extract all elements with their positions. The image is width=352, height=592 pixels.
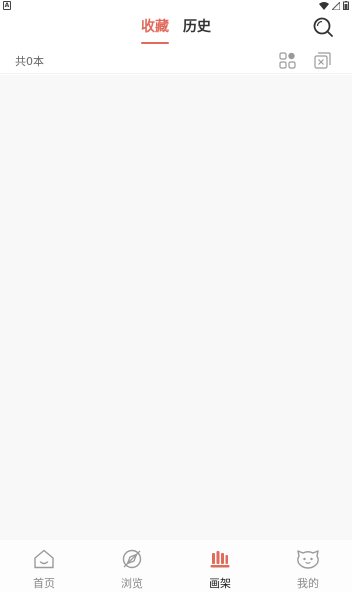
signal-icon xyxy=(332,1,340,10)
nav-label-home: 首页 xyxy=(33,577,55,590)
book-count: 共0本 xyxy=(15,55,44,68)
bookshelf-content[interactable] xyxy=(0,75,352,540)
profile-icon xyxy=(297,550,319,569)
notification-icon: A xyxy=(3,1,11,10)
wifi-icon xyxy=(319,1,329,10)
bottom-nav: 首页 浏览 画架 我的 xyxy=(0,540,352,592)
nav-item-bookshelf[interactable]: 画架 xyxy=(176,540,264,592)
header: 收藏 历史 xyxy=(0,12,352,46)
status-bar: A xyxy=(0,0,352,12)
nav-item-home[interactable]: 首页 xyxy=(0,540,88,592)
home-icon xyxy=(34,549,54,569)
app-screen: A 收藏 历史 共0本 首页 浏览 画架 我的 xyxy=(0,0,352,592)
tab-favorites[interactable]: 收藏 xyxy=(141,12,169,46)
status-icons xyxy=(319,1,349,10)
search-icon[interactable] xyxy=(312,16,334,38)
browse-icon xyxy=(122,549,142,569)
nav-item-browse[interactable]: 浏览 xyxy=(88,540,176,592)
bookshelf-icon xyxy=(210,551,230,568)
nav-item-profile[interactable]: 我的 xyxy=(264,540,352,592)
grid-view-icon[interactable] xyxy=(279,52,296,69)
nav-label-browse: 浏览 xyxy=(121,577,143,590)
multi-select-icon[interactable] xyxy=(314,52,331,69)
nav-label-profile: 我的 xyxy=(297,577,319,590)
battery-icon xyxy=(343,1,349,10)
tab-history[interactable]: 历史 xyxy=(183,12,211,46)
tab-bar: 收藏 历史 xyxy=(0,12,352,46)
nav-label-bookshelf: 画架 xyxy=(209,577,231,590)
shelf-toolbar: 共0本 xyxy=(0,47,352,74)
